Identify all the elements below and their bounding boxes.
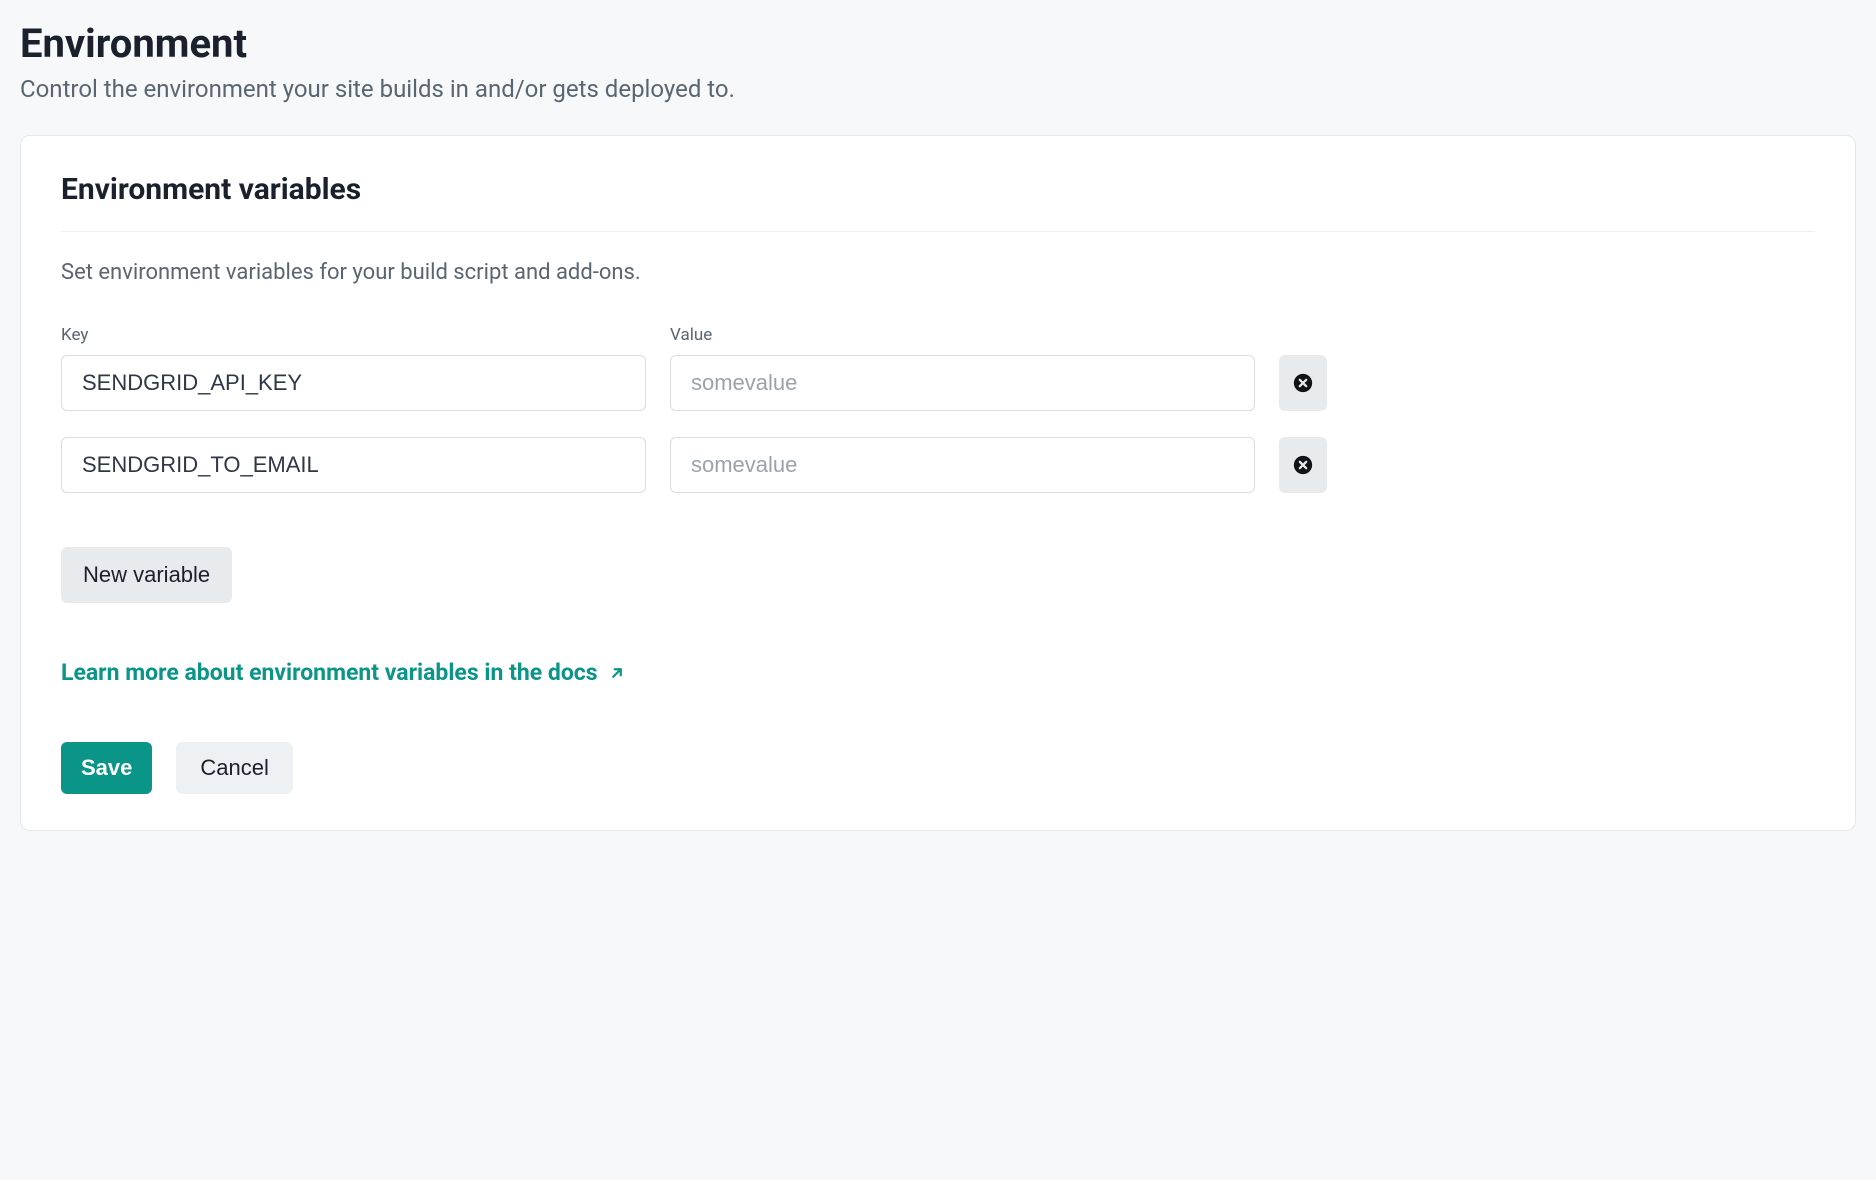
delete-icon [1292,372,1314,394]
learn-more-label: Learn more about environment variables i… [61,659,598,686]
delete-icon [1292,454,1314,476]
new-variable-button[interactable]: New variable [61,547,232,603]
save-button[interactable]: Save [61,742,152,794]
variable-key-input[interactable] [61,355,646,411]
delete-variable-button[interactable] [1279,437,1327,493]
variable-value-input[interactable] [670,355,1255,411]
cancel-button[interactable]: Cancel [176,742,292,794]
env-variables-panel: Environment variables Set environment va… [20,135,1856,831]
variable-value-input[interactable] [670,437,1255,493]
external-link-icon [608,664,626,682]
divider [61,231,1815,232]
value-column-label: Value [670,325,712,345]
delete-variable-button[interactable] [1279,355,1327,411]
page-title: Environment [20,20,1856,67]
footer-actions: Save Cancel [61,742,1815,794]
page-subtitle: Control the environment your site builds… [20,75,1856,103]
panel-description: Set environment variables for your build… [61,260,1815,285]
learn-more-link[interactable]: Learn more about environment variables i… [61,659,626,686]
key-column-label: Key [61,325,88,345]
variable-row [61,437,1815,493]
variable-row [61,355,1815,411]
variable-key-input[interactable] [61,437,646,493]
variable-headers: Key Value [61,325,1815,345]
panel-title: Environment variables [61,172,1815,207]
